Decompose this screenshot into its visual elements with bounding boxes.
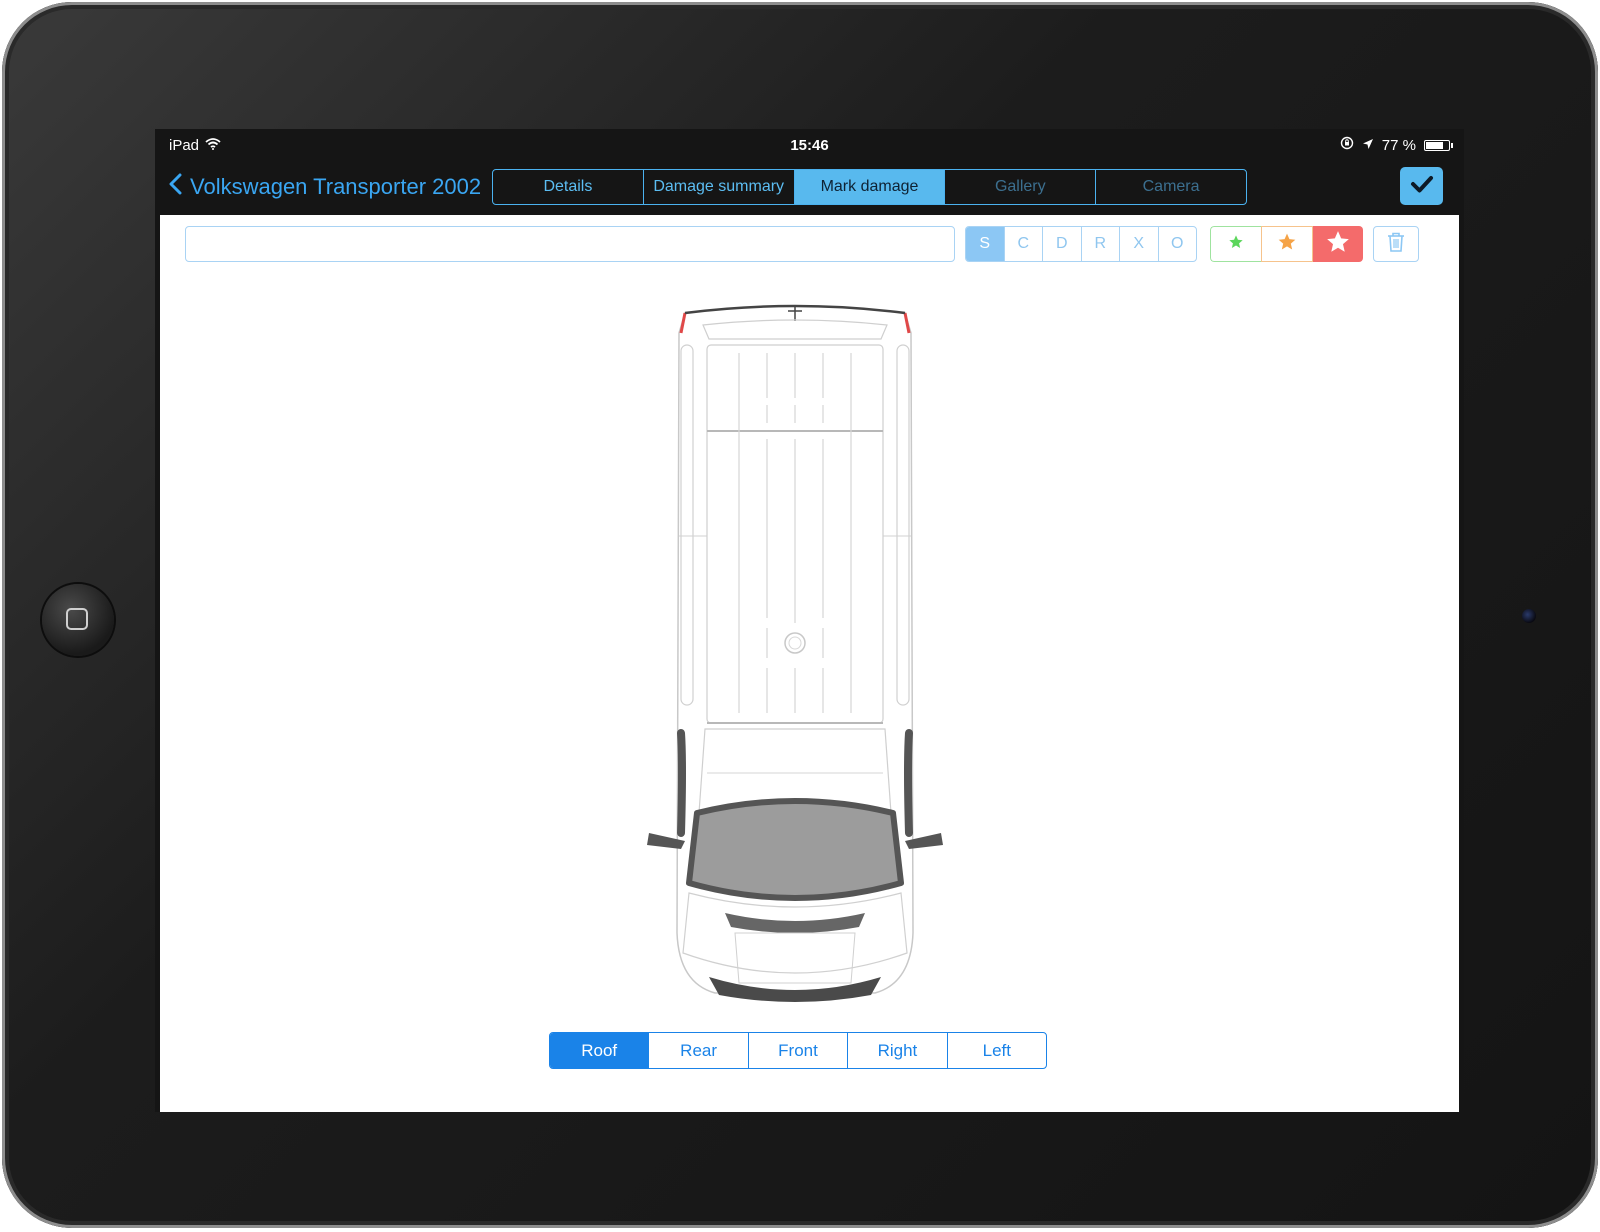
home-square-icon xyxy=(66,608,88,630)
windscreen xyxy=(686,798,904,901)
tab-camera[interactable]: Camera xyxy=(1096,170,1246,204)
view-roof[interactable]: Roof xyxy=(550,1033,650,1068)
mark-damage-panel: S C D R X O Roof Rear Front Right Left xyxy=(160,215,1459,1112)
chevron-left-icon xyxy=(169,173,182,201)
screen: iPad 15:46 77 % Volkswagen Transporter 2… xyxy=(155,129,1464,1112)
damage-type-o[interactable]: O xyxy=(1159,227,1197,261)
tab-gallery[interactable]: Gallery xyxy=(945,170,1097,204)
star-medium-icon xyxy=(1277,232,1297,257)
damage-type-c[interactable]: C xyxy=(1005,227,1043,261)
severity-medium-button[interactable] xyxy=(1261,226,1313,262)
clock: 15:46 xyxy=(790,137,829,154)
damage-type-x[interactable]: X xyxy=(1120,227,1159,261)
battery-fill xyxy=(1426,141,1443,149)
view-right[interactable]: Right xyxy=(848,1033,948,1068)
location-icon xyxy=(1362,137,1374,154)
ipad-frame: iPad 15:46 77 % Volkswagen Transporter 2… xyxy=(2,2,1598,1228)
view-selector: Roof Rear Front Right Left xyxy=(549,1032,1047,1069)
confirm-button[interactable] xyxy=(1400,167,1443,205)
tab-details[interactable]: Details xyxy=(493,170,644,204)
damage-type-d[interactable]: D xyxy=(1043,227,1082,261)
status-bar: iPad 15:46 77 % xyxy=(155,129,1464,159)
damage-comment-input[interactable] xyxy=(185,226,955,262)
severity-high-button[interactable] xyxy=(1313,226,1363,262)
severity-low-button[interactable] xyxy=(1210,226,1261,262)
rotation-lock-icon xyxy=(1340,136,1354,154)
front-camera xyxy=(1522,609,1536,623)
home-button[interactable] xyxy=(42,584,114,656)
star-small-icon xyxy=(1228,234,1244,255)
battery-icon xyxy=(1424,139,1453,151)
star-large-icon xyxy=(1325,229,1351,260)
battery-percentage: 77 % xyxy=(1381,136,1416,154)
navigation-bar: Volkswagen Transporter 2002 Details Dama… xyxy=(155,159,1464,215)
back-button[interactable]: Volkswagen Transporter 2002 xyxy=(169,173,481,201)
view-front[interactable]: Front xyxy=(749,1033,849,1068)
section-tabs: Details Damage summary Mark damage Galle… xyxy=(492,169,1247,205)
view-left[interactable]: Left xyxy=(948,1033,1046,1068)
view-rear[interactable]: Rear xyxy=(649,1033,749,1068)
damage-type-s[interactable]: S xyxy=(966,227,1005,261)
vehicle-roof-diagram[interactable] xyxy=(645,293,945,1008)
damage-type-r[interactable]: R xyxy=(1082,227,1120,261)
damage-type-selector: S C D R X O xyxy=(965,226,1197,262)
delete-button[interactable] xyxy=(1373,226,1419,262)
trash-icon xyxy=(1386,231,1406,258)
tab-damage-summary[interactable]: Damage summary xyxy=(644,170,795,204)
severity-selector xyxy=(1210,226,1363,262)
tab-mark-damage[interactable]: Mark damage xyxy=(794,170,946,204)
checkmark-icon xyxy=(1410,174,1434,199)
back-label: Volkswagen Transporter 2002 xyxy=(190,174,482,199)
